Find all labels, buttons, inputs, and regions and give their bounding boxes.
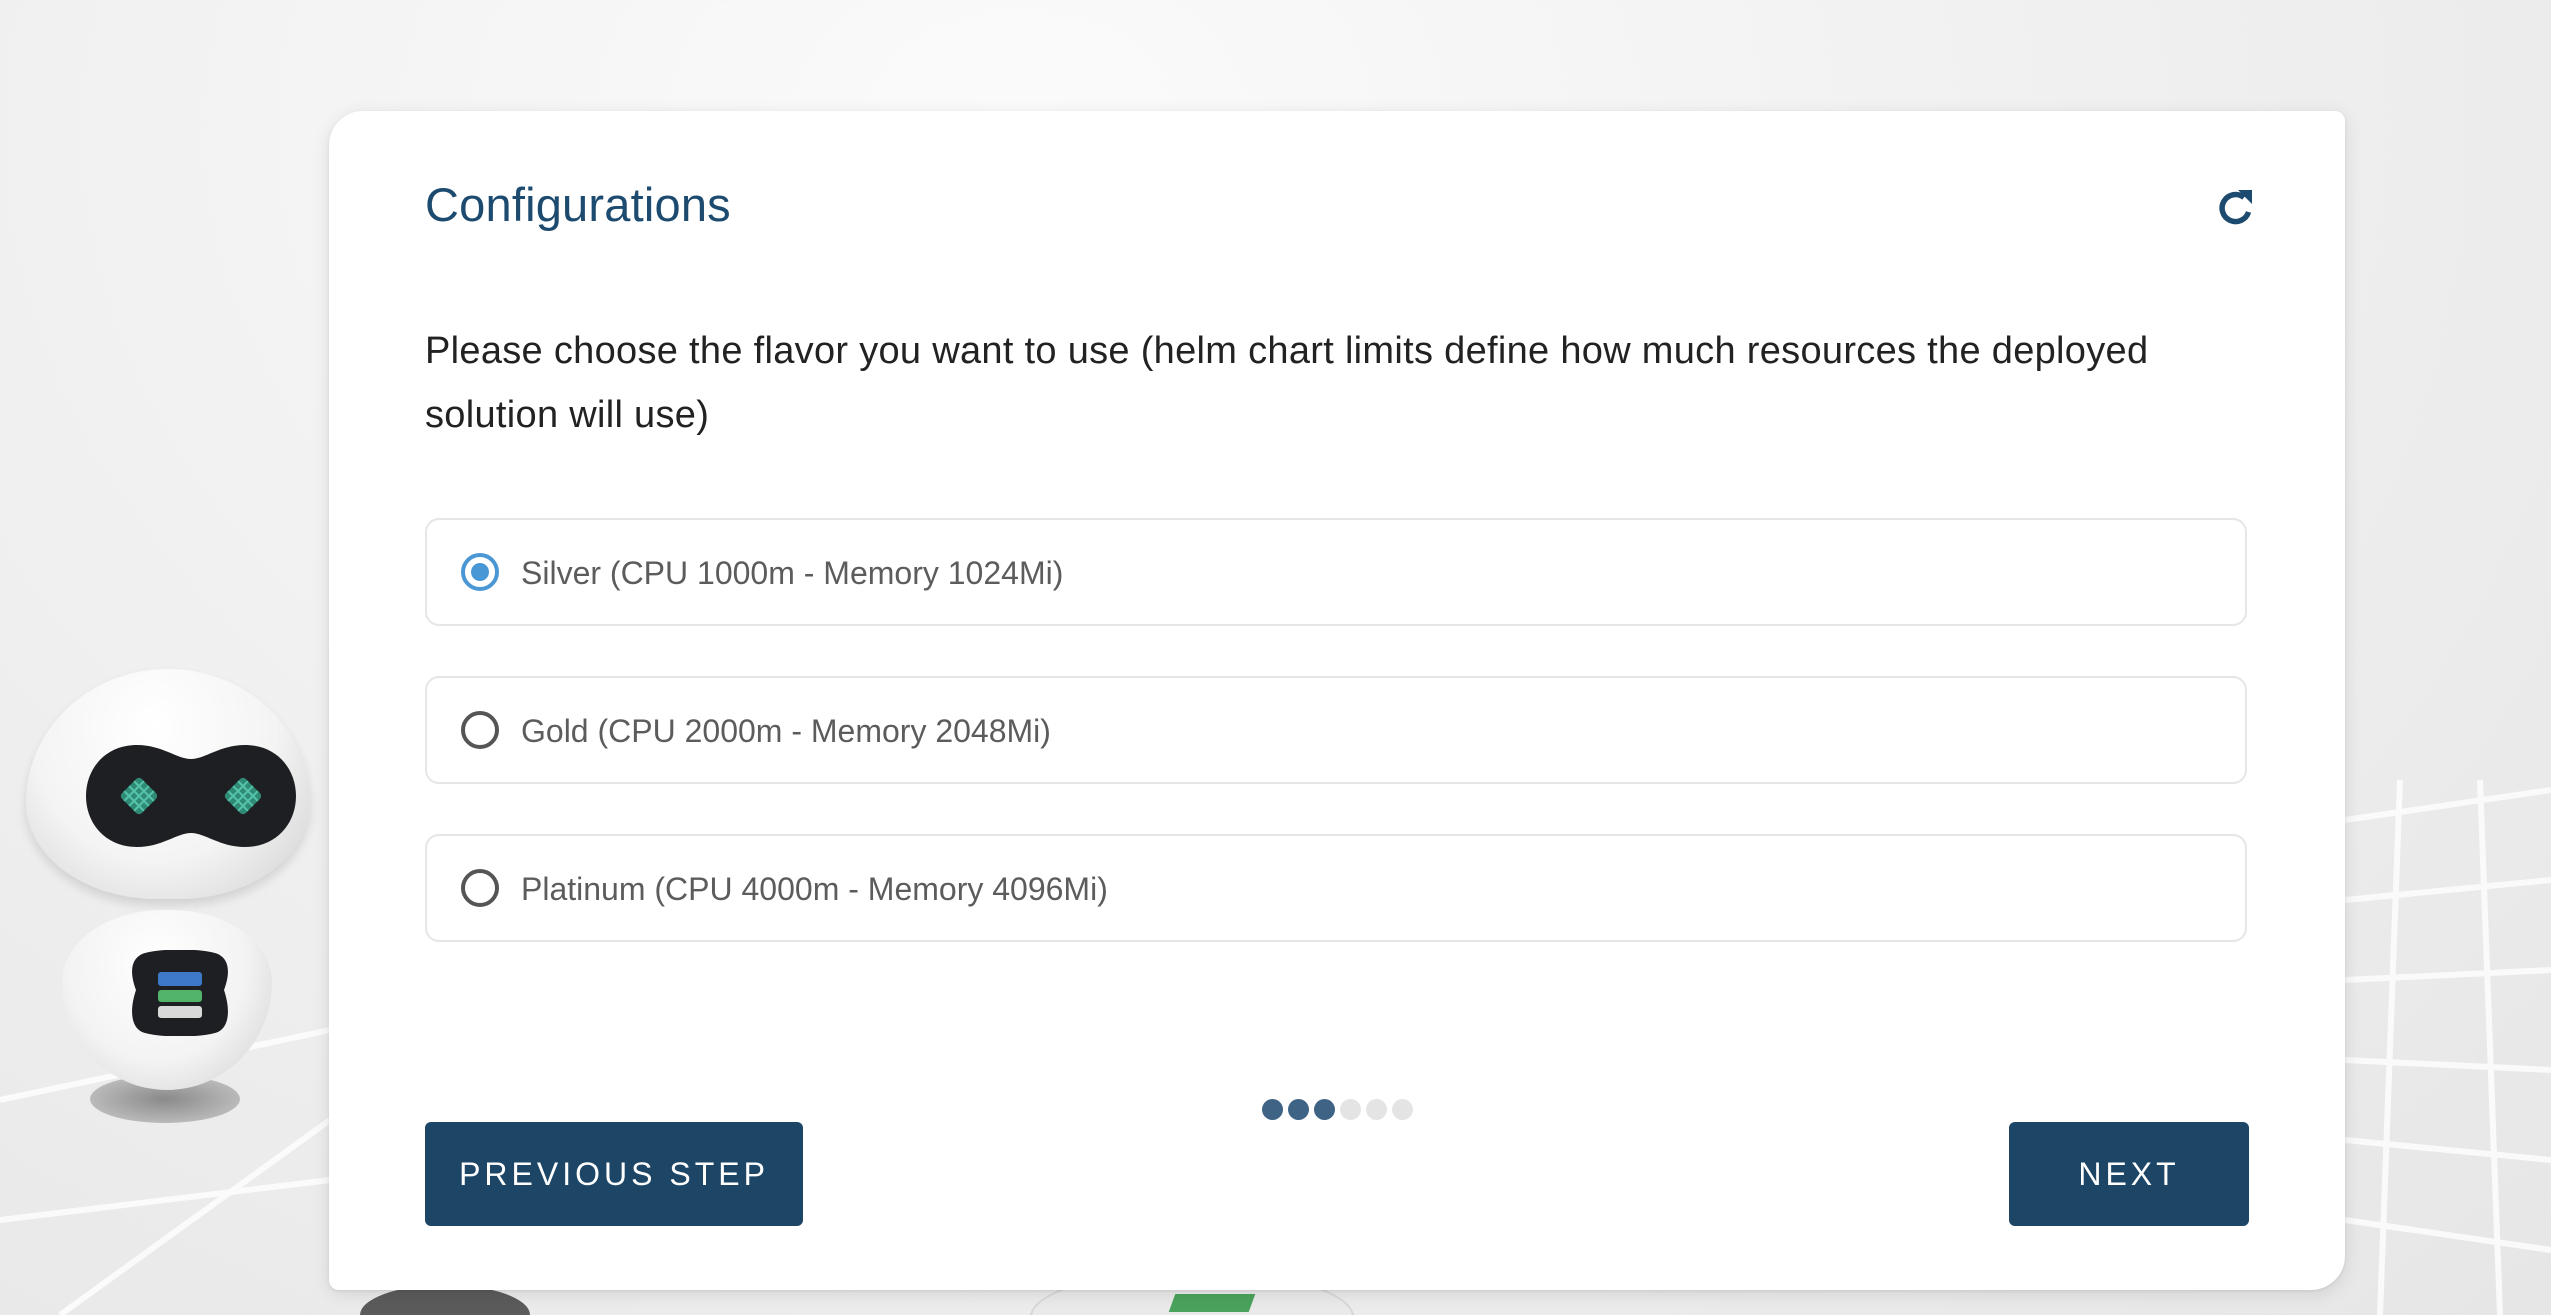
flavor-option-label: Gold (CPU 2000m - Memory 2048Mi) (521, 713, 1051, 749)
decorative-green-stripe (1168, 1294, 1256, 1312)
flavor-option-label: Silver (CPU 1000m - Memory 1024Mi) (521, 555, 1064, 591)
robot-chest-screen (132, 950, 228, 1036)
step-dot (1392, 1099, 1413, 1120)
card-title: Configurations (425, 178, 731, 231)
configurations-card: Configurations Please choose the flavor … (329, 111, 2345, 1290)
robot-mascot (20, 665, 320, 1145)
next-button[interactable]: NEXT (2009, 1122, 2249, 1226)
step-dot (1366, 1099, 1387, 1120)
step-dot (1314, 1099, 1335, 1120)
refresh-icon (2219, 190, 2252, 225)
step-dot (1288, 1099, 1309, 1120)
previous-step-button[interactable]: PREVIOUS STEP (425, 1122, 803, 1226)
step-dot (1340, 1099, 1361, 1120)
step-progress-indicator (1262, 1099, 1413, 1121)
flavor-option-label: Platinum (CPU 4000m - Memory 4096Mi) (521, 871, 1108, 907)
radio-button-gold[interactable] (461, 711, 499, 749)
radio-button-silver[interactable] (461, 553, 499, 591)
step-dot (1262, 1099, 1283, 1120)
refresh-button[interactable] (2207, 179, 2265, 237)
flavor-option-gold[interactable]: Gold (CPU 2000m - Memory 2048Mi) (425, 676, 2247, 784)
robot-body (62, 910, 272, 1090)
flavor-option-platinum[interactable]: Platinum (CPU 4000m - Memory 4096Mi) (425, 834, 2247, 942)
robot-visor (86, 745, 296, 847)
flavor-option-silver[interactable]: Silver (CPU 1000m - Memory 1024Mi) (425, 518, 2247, 626)
radio-button-platinum[interactable] (461, 869, 499, 907)
flavor-instruction-text: Please choose the flavor you want to use… (425, 330, 2149, 436)
robot-head (26, 669, 310, 899)
